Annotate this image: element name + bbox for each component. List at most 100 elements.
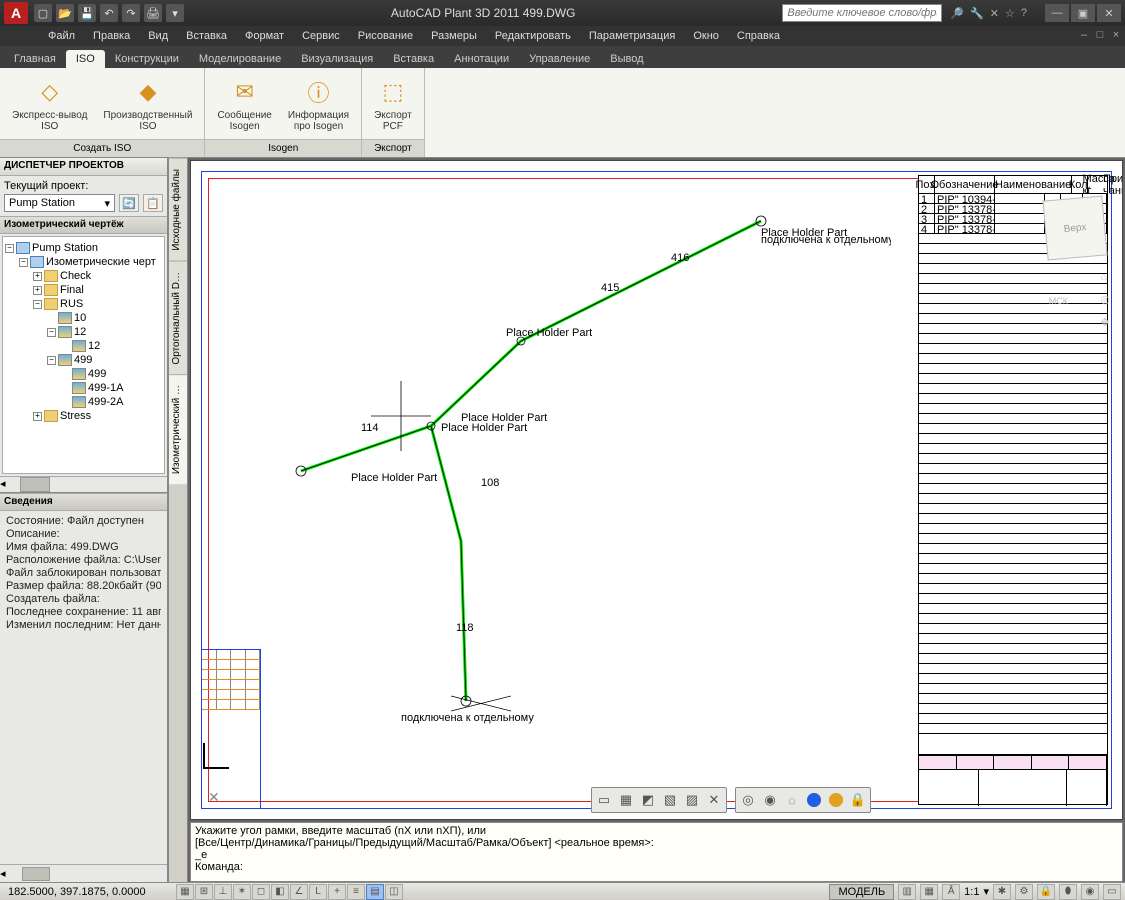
side-tab-iso[interactable]: Изометрический …	[169, 374, 187, 484]
search-input[interactable]	[782, 4, 942, 22]
tree-collapse-icon[interactable]: −	[19, 258, 28, 267]
doc-minimize-icon[interactable]: –	[1077, 29, 1091, 43]
side-tab-source[interactable]: Исходные файлы	[169, 158, 187, 261]
tree-dwg[interactable]: 499-2A	[88, 396, 123, 408]
minimize-button[interactable]: —	[1045, 4, 1069, 22]
tab-modeling[interactable]: Моделирование	[189, 50, 291, 68]
app-logo[interactable]: A	[4, 2, 28, 24]
tree-folder[interactable]: Stress	[60, 410, 91, 422]
project-combo[interactable]: Pump Station▾	[4, 194, 115, 212]
pan-icon[interactable]: ✥	[1100, 316, 1110, 329]
osnap-toggle[interactable]: ◻	[252, 884, 270, 900]
steering-wheel-icon[interactable]: ◎	[1100, 293, 1110, 306]
menu-edit[interactable]: Правка	[85, 28, 138, 44]
tab-output[interactable]: Вывод	[600, 50, 653, 68]
close-button[interactable]: ✕	[1097, 4, 1121, 22]
vis-lock-icon[interactable]: 🔒	[848, 790, 868, 810]
clean-screen-icon[interactable]: ▭	[1103, 884, 1121, 900]
menu-help[interactable]: Справка	[729, 28, 788, 44]
maximize-button[interactable]: ▣	[1071, 4, 1095, 22]
snap-toggle[interactable]: ▦	[176, 884, 194, 900]
quickview-dwgs-icon[interactable]: ▦	[920, 884, 938, 900]
layout-btn5-icon[interactable]: ▨	[682, 790, 702, 810]
tab-iso[interactable]: ISO	[66, 50, 105, 68]
view-cube[interactable]: Верх	[1038, 191, 1112, 265]
tree-line[interactable]: 10	[74, 312, 86, 324]
tab-visualize[interactable]: Визуализация	[291, 50, 383, 68]
project-tree[interactable]: −Pump Station −Изометрические черт +Chec…	[2, 236, 165, 474]
tree-collapse-icon[interactable]: −	[47, 328, 56, 337]
menu-param[interactable]: Параметризация	[581, 28, 683, 44]
grid-toggle[interactable]: ⊞	[195, 884, 213, 900]
layout-close-icon[interactable]: ✕	[704, 790, 724, 810]
command-line[interactable]: Укажите угол рамки, введите масштаб (nX …	[190, 822, 1123, 882]
doc-restore-icon[interactable]: □	[1093, 29, 1107, 43]
help-icon[interactable]: ?	[1021, 7, 1027, 20]
lwt-toggle[interactable]: ≡	[347, 884, 365, 900]
undo-icon[interactable]: ↶	[100, 4, 118, 22]
tree-dwg[interactable]: 12	[88, 340, 100, 352]
panel-hscrollbar[interactable]: ◂	[0, 864, 167, 882]
vis-style3-icon[interactable]: ◌	[782, 790, 802, 810]
tree-folder[interactable]: Final	[60, 284, 84, 296]
tree-dwg[interactable]: 499-1A	[88, 382, 123, 394]
open-icon[interactable]: 📂	[56, 4, 74, 22]
quickview-layouts-icon[interactable]: ▥	[898, 884, 916, 900]
tree-collapse-icon[interactable]: −	[33, 300, 42, 309]
new-icon[interactable]: ▢	[34, 4, 52, 22]
model-space-button[interactable]: МОДЕЛЬ	[829, 884, 894, 900]
tree-hscrollbar[interactable]: ◂	[0, 476, 167, 492]
favorite-icon[interactable]: ☆	[1005, 7, 1015, 20]
menu-file[interactable]: Файл	[40, 28, 83, 44]
otrack-toggle[interactable]: ∠	[290, 884, 308, 900]
tab-home[interactable]: Главная	[4, 50, 66, 68]
exchange-icon[interactable]: ✕	[990, 7, 999, 20]
project-tool1-icon[interactable]: 🔄	[119, 194, 139, 212]
workspace-icon[interactable]: ⚙	[1015, 884, 1033, 900]
iso-section-header[interactable]: Изометрический чертёж	[0, 216, 167, 234]
menu-format[interactable]: Формат	[237, 28, 292, 44]
production-iso-button[interactable]: ◆Производственный ISO	[99, 74, 196, 134]
sc-toggle[interactable]: ◫	[385, 884, 403, 900]
side-tab-ortho[interactable]: Ортогональный D…	[169, 261, 187, 375]
menu-service[interactable]: Сервис	[294, 28, 348, 44]
wcs-label[interactable]: МСК	[1049, 296, 1068, 306]
tree-root[interactable]: Pump Station	[32, 242, 98, 254]
vis-color1-icon[interactable]	[804, 790, 824, 810]
tree-expand-icon[interactable]: +	[33, 412, 42, 421]
layout-btn3-icon[interactable]: ◩	[638, 790, 658, 810]
annoscale-icon[interactable]: Å	[942, 884, 960, 900]
3dsnap-toggle[interactable]: ◧	[271, 884, 289, 900]
binoculars-icon[interactable]: 🔎	[950, 7, 964, 20]
print-icon[interactable]: 🖨	[144, 4, 162, 22]
menu-dim[interactable]: Размеры	[423, 28, 485, 44]
tree-sub[interactable]: Изометрические черт	[46, 256, 156, 268]
tab-insert[interactable]: Вставка	[383, 50, 444, 68]
toolbar-lock-icon[interactable]: 🔒	[1037, 884, 1055, 900]
tree-line[interactable]: 499	[74, 354, 92, 366]
tree-folder[interactable]: Check	[60, 270, 91, 282]
menu-view[interactable]: Вид	[140, 28, 176, 44]
isogen-message-button[interactable]: ✉Сообщение Isogen	[213, 74, 275, 134]
vis-style2-icon[interactable]: ◉	[760, 790, 780, 810]
project-tool2-icon[interactable]: 📋	[143, 194, 163, 212]
doc-close-icon[interactable]: ×	[1109, 29, 1123, 43]
quick-iso-button[interactable]: ◇Экспресс-вывод ISO	[8, 74, 91, 134]
tab-manage[interactable]: Управление	[519, 50, 600, 68]
home-icon[interactable]: ⌂	[1100, 271, 1110, 283]
annovis-icon[interactable]: ✱	[993, 884, 1011, 900]
qat-more-icon[interactable]: ▾	[166, 4, 184, 22]
key-icon[interactable]: 🔧	[970, 7, 984, 20]
ortho-toggle[interactable]: ⊥	[214, 884, 232, 900]
tree-line[interactable]: 12	[74, 326, 86, 338]
qp-toggle[interactable]: ▤	[366, 884, 384, 900]
redo-icon[interactable]: ↷	[122, 4, 140, 22]
tree-dwg[interactable]: 499	[88, 368, 106, 380]
polar-toggle[interactable]: ✶	[233, 884, 251, 900]
tree-expand-icon[interactable]: +	[33, 272, 42, 281]
menu-draw[interactable]: Рисование	[350, 28, 421, 44]
isogen-info-button[interactable]: ⓘИнформация про Isogen	[284, 74, 353, 134]
save-icon[interactable]: 💾	[78, 4, 96, 22]
layout-btn2-icon[interactable]: ▦	[616, 790, 636, 810]
menu-modify[interactable]: Редактировать	[487, 28, 579, 44]
